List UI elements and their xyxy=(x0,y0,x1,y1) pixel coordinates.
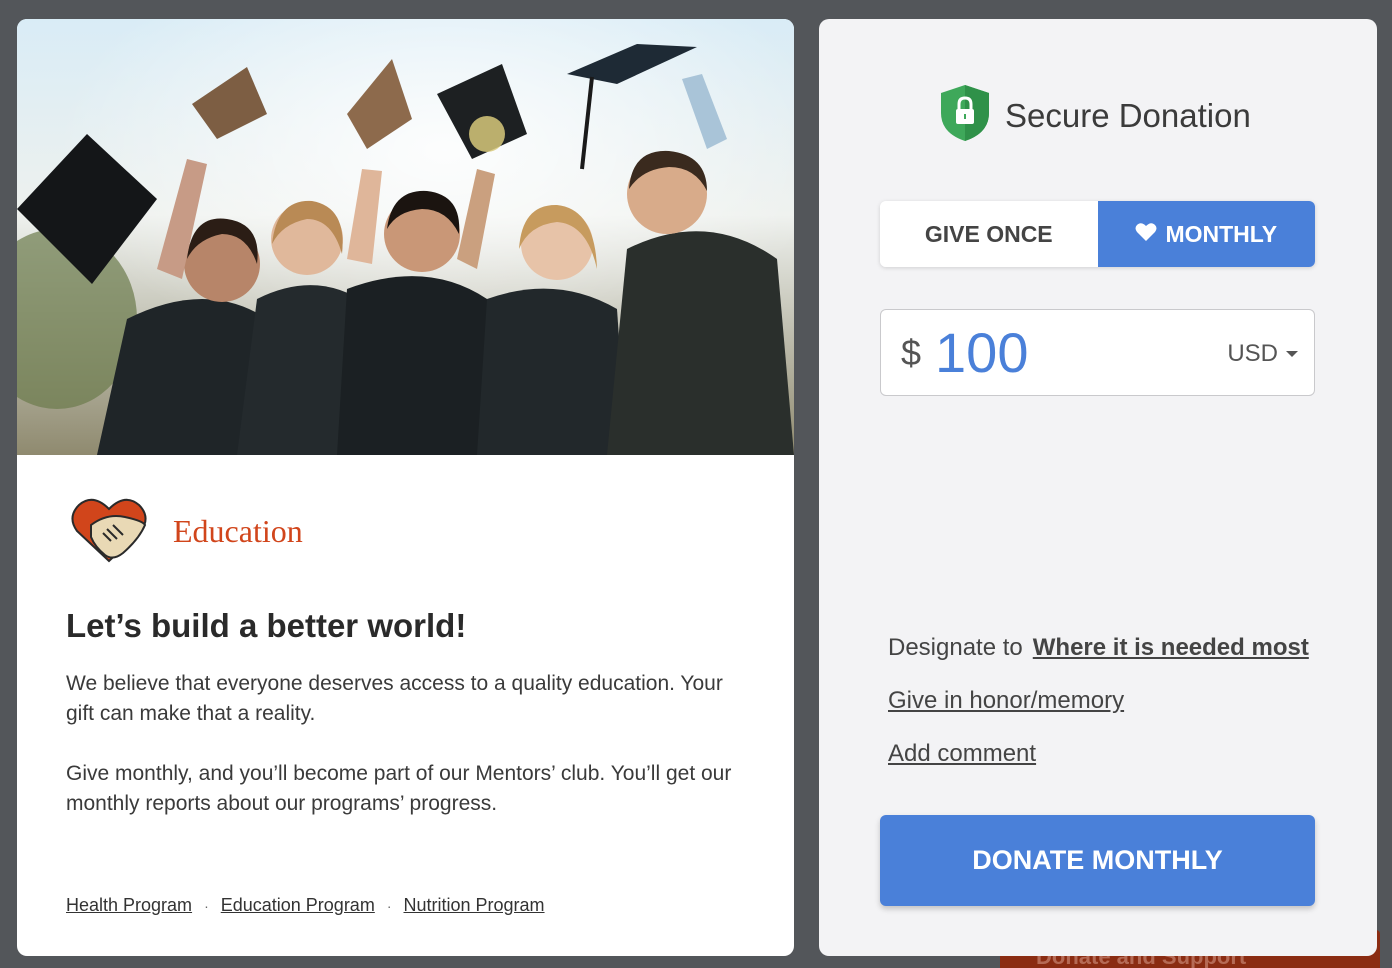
headline: Let’s build a better world! xyxy=(66,607,467,644)
honor-memory-link[interactable]: Give in honor/memory xyxy=(888,687,1124,715)
designate-label: Designate to xyxy=(888,634,1023,661)
shield-lock-icon xyxy=(939,83,991,148)
give-once-label: GIVE ONCE xyxy=(924,220,1053,247)
program-name: Education xyxy=(173,512,303,549)
program-header: Education xyxy=(69,495,303,567)
frequency-toggle: GIVE ONCE MONTHLY xyxy=(880,201,1315,267)
designation-link[interactable]: Where it is needed most xyxy=(1033,634,1309,662)
link-education-program[interactable]: Education Program xyxy=(221,895,375,916)
give-once-button[interactable]: GIVE ONCE xyxy=(880,201,1098,267)
link-separator: · xyxy=(386,897,392,914)
heart-icon xyxy=(1135,221,1157,248)
hero-image xyxy=(17,19,794,455)
currency-symbol: $ xyxy=(901,331,922,373)
graduates-illustration xyxy=(17,19,794,455)
amount-field: $ USD xyxy=(880,309,1315,396)
add-comment-link[interactable]: Add comment xyxy=(888,740,1036,768)
description-paragraph: We believe that everyone deserves access… xyxy=(66,672,723,725)
program-links: Health Program · Education Program · Nut… xyxy=(66,895,545,916)
chevron-down-icon xyxy=(1286,351,1298,357)
monthly-button[interactable]: MONTHLY xyxy=(1097,201,1315,267)
currency-code: USD xyxy=(1227,340,1278,367)
link-separator: · xyxy=(204,897,209,914)
monthly-label: MONTHLY xyxy=(1165,220,1278,247)
designation-row: Designate to Where it is needed most xyxy=(888,634,1309,662)
heart-handshake-icon xyxy=(69,495,149,567)
amount-input[interactable] xyxy=(935,320,1176,385)
link-health-program[interactable]: Health Program xyxy=(66,895,192,916)
donate-button[interactable]: DONATE MONTHLY xyxy=(880,815,1315,906)
link-nutrition-program[interactable]: Nutrition Program xyxy=(404,895,545,916)
secure-header: Secure Donation xyxy=(939,83,1251,148)
secure-donation-title: Secure Donation xyxy=(1005,96,1251,134)
currency-select[interactable]: USD xyxy=(1227,340,1298,368)
program-card: Education Let’s build a better world! We… xyxy=(17,19,794,956)
donation-form: Secure Donation GIVE ONCE MONTHLY $ USD … xyxy=(819,19,1377,956)
monthly-benefit-paragraph: Give monthly, and you’ll become part of … xyxy=(66,762,732,815)
